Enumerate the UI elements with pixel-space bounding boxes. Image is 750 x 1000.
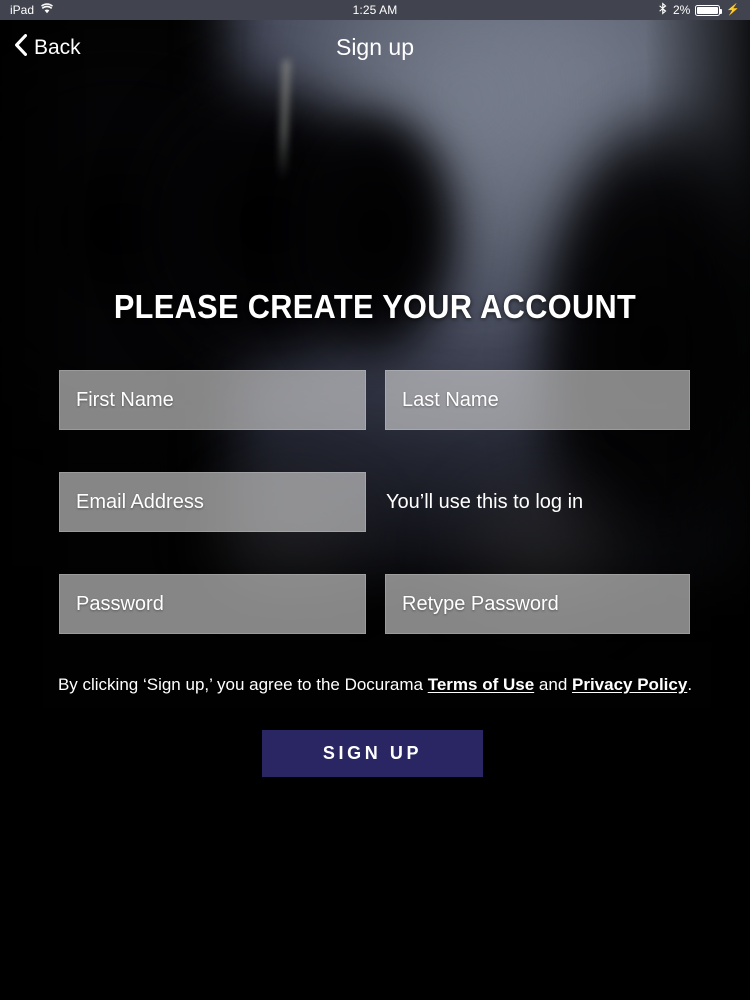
status-bar-right: 2% ⚡	[659, 2, 740, 18]
bluetooth-icon	[659, 2, 668, 18]
terms-middle: and	[534, 675, 572, 694]
password-row: Password Retype Password	[59, 574, 690, 634]
status-bar-time: 1:25 AM	[352, 3, 398, 17]
name-row: First Name Last Name	[59, 370, 690, 430]
nav-bar: Back Sign up	[0, 20, 750, 75]
retype-password-input[interactable]: Retype Password	[385, 574, 690, 634]
email-address-input[interactable]: Email Address	[59, 472, 366, 532]
last-name-input[interactable]: Last Name	[385, 370, 690, 430]
status-bar: iPad 1:25 AM 2% ⚡	[0, 0, 750, 20]
battery-percent: 2%	[672, 3, 691, 17]
email-hint: You’ll use this to log in	[386, 490, 584, 513]
privacy-policy-link[interactable]: Privacy Policy	[572, 675, 687, 694]
signup-content: PLEASE CREATE YOUR ACCOUNT First Name La…	[0, 0, 750, 1000]
password-placeholder: Password	[76, 592, 164, 615]
terms-of-use-link[interactable]: Terms of Use	[428, 675, 534, 694]
signup-form: First Name Last Name Email Address You’l…	[59, 370, 690, 634]
password-input[interactable]: Password	[59, 574, 366, 634]
page-title: Sign up	[335, 34, 414, 60]
terms-prefix: By clicking ‘Sign up,’ you agree to the …	[57, 675, 428, 694]
battery-icon	[695, 4, 723, 16]
first-name-placeholder: First Name	[76, 388, 174, 411]
first-name-input[interactable]: First Name	[59, 370, 366, 430]
headline: PLEASE CREATE YOUR ACCOUNT	[113, 288, 637, 325]
retype-password-placeholder: Retype Password	[402, 592, 559, 615]
sign-up-button[interactable]: SIGN UP	[262, 730, 483, 777]
terms-agreement-text: By clicking ‘Sign up,’ you agree to the …	[0, 675, 750, 695]
last-name-placeholder: Last Name	[402, 388, 499, 411]
charging-bolt-icon: ⚡	[726, 3, 740, 16]
email-address-placeholder: Email Address	[76, 490, 204, 513]
signup-screen: iPad 1:25 AM 2% ⚡ Back Sign up PLEASE CR…	[0, 0, 750, 1000]
email-row: Email Address You’ll use this to log in	[59, 472, 690, 532]
terms-suffix: .	[687, 675, 693, 694]
